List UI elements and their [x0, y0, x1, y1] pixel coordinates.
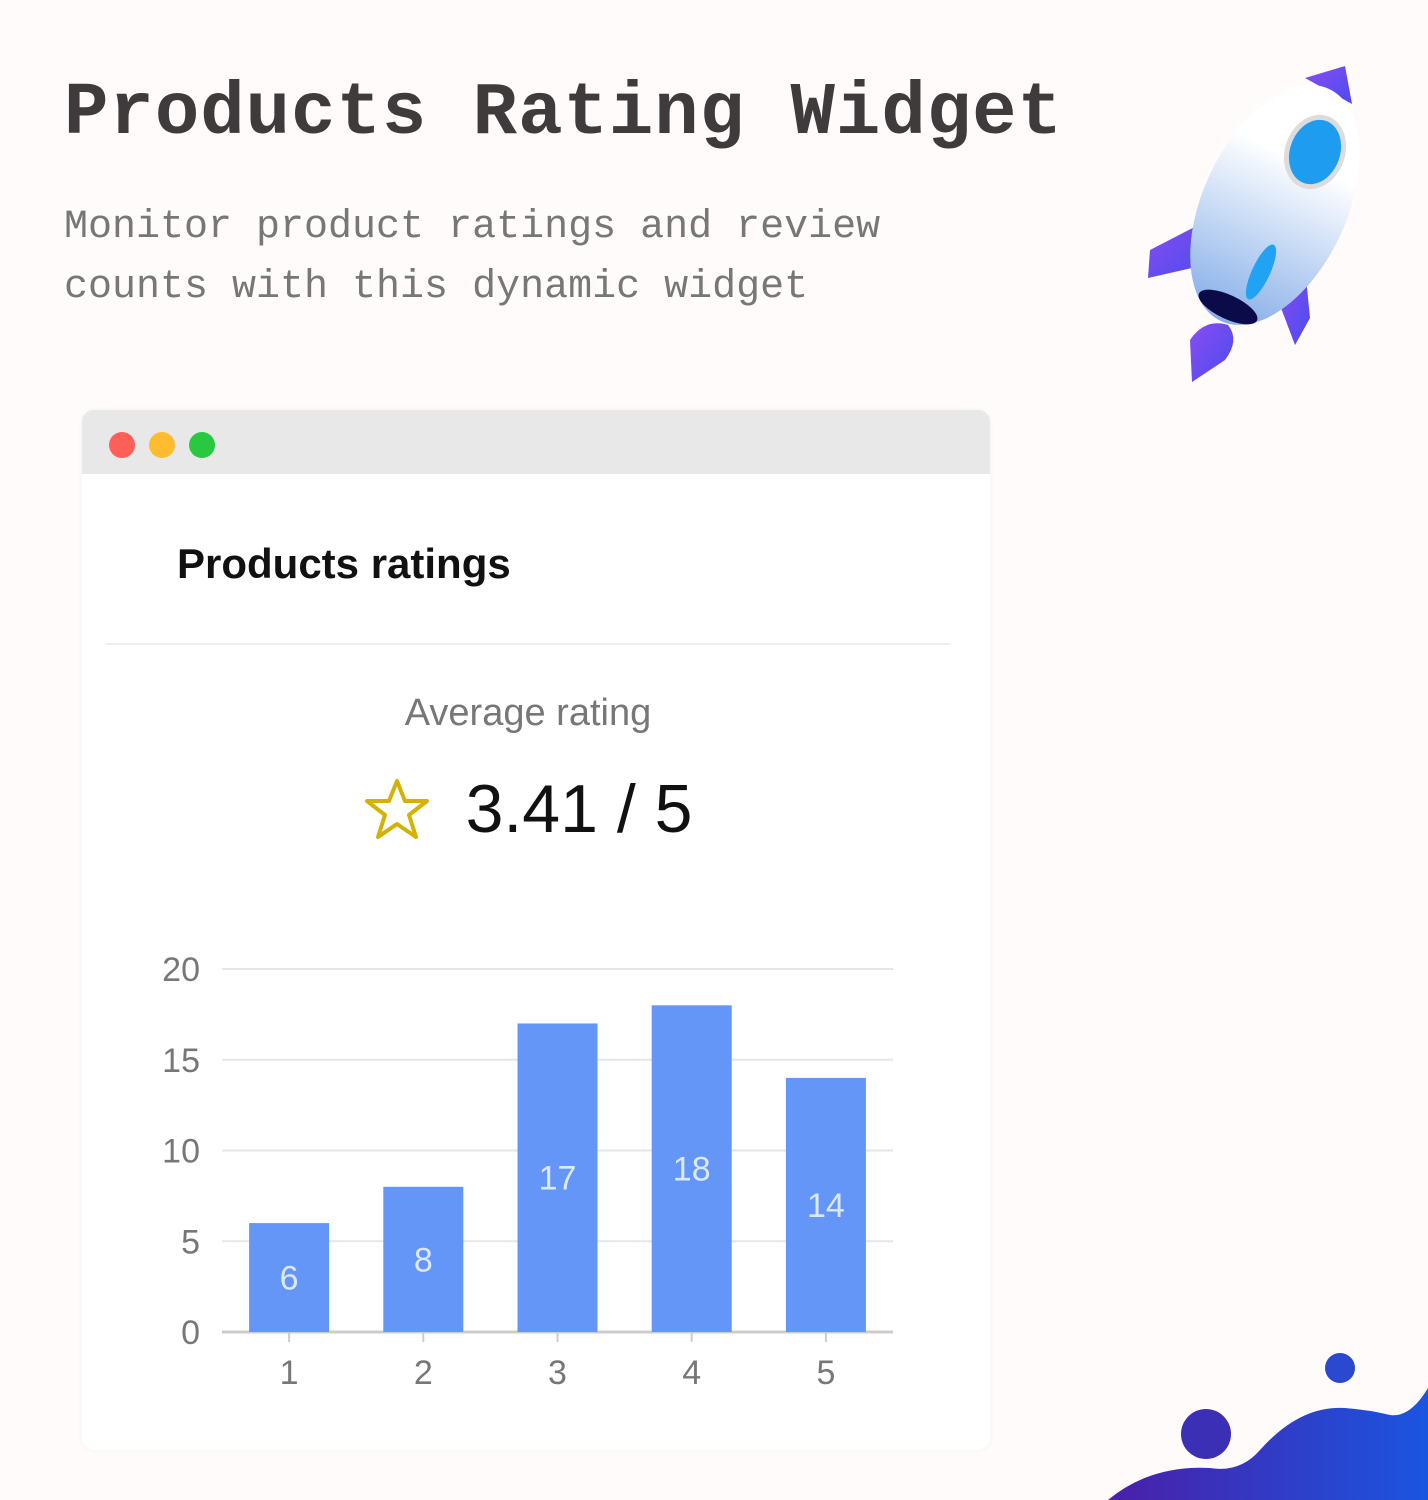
x-tick-label: 1	[280, 1354, 299, 1392]
x-tick-label: 5	[816, 1354, 835, 1392]
bar-data-label: 18	[673, 1151, 711, 1189]
wave-decoration	[1108, 1353, 1428, 1500]
x-tick-label: 4	[682, 1354, 701, 1392]
bar-data-label: 6	[280, 1260, 299, 1298]
y-tick-label: 5	[181, 1223, 200, 1261]
page-title: Products Rating Widget	[64, 72, 1063, 156]
y-tick-label: 15	[162, 1042, 200, 1080]
ratings-bar-chart: 051015206182173184145	[162, 951, 893, 1392]
x-tick-label: 3	[548, 1354, 567, 1392]
widget-window: Products ratings Average rating 3.41 / 5…	[82, 410, 990, 1450]
x-tick-label: 2	[414, 1354, 433, 1392]
y-tick-label: 0	[181, 1314, 200, 1352]
page-subtitle: Monitor product ratings and review count…	[64, 205, 881, 310]
y-tick-label: 10	[162, 1133, 200, 1171]
bar-data-label: 17	[539, 1160, 577, 1198]
bar-data-label: 8	[414, 1241, 433, 1279]
y-tick-label: 20	[162, 951, 200, 989]
bar-data-label: 14	[807, 1187, 845, 1225]
rocket-icon	[1148, 66, 1360, 382]
